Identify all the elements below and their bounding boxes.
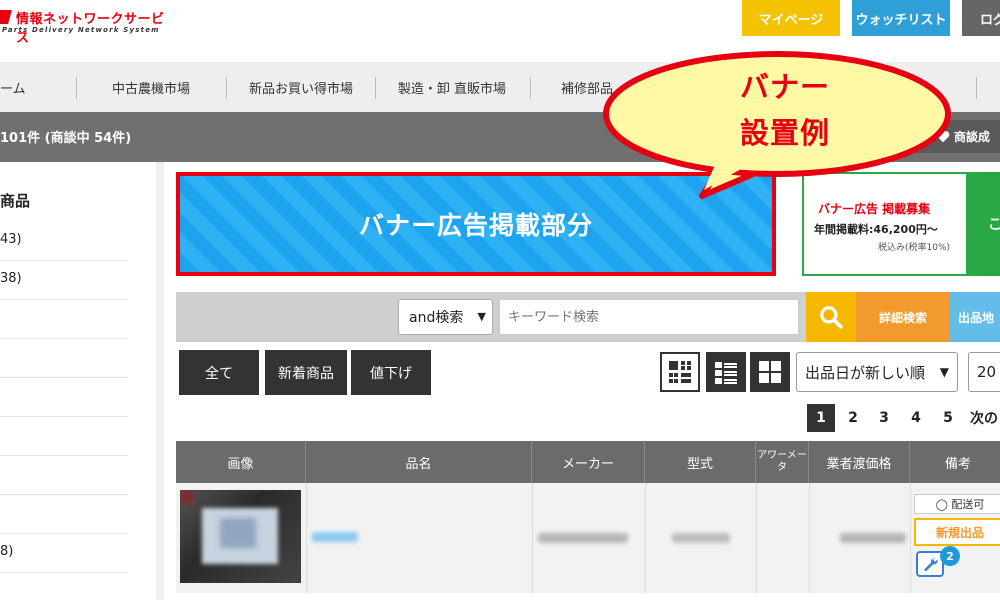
chevron-down-icon: ▼ [477,310,486,323]
view-list-button[interactable] [706,352,746,392]
col-header-price: 業者渡価格 [809,441,910,483]
notification-count-badge: 2 [940,546,960,566]
nav-separator [530,77,531,99]
product-name-link[interactable] [312,532,358,542]
ad-tax-note: 税込み(税率10%) [878,243,951,253]
view-grid-large-button[interactable] [750,352,790,392]
cell-divider [910,483,911,593]
callout-line-2: 設置例 [739,116,830,150]
ad-cta[interactable]: こ [966,174,1000,274]
nav-separator [375,77,376,99]
cell-divider [756,483,757,593]
cell-divider [809,483,810,593]
price-cell [840,533,906,543]
cell-divider [532,483,533,593]
grid-large-icon [759,361,781,383]
detail-search-button[interactable]: 詳細検索 [856,292,950,342]
sidebar-item-label: 38) [0,271,22,286]
sidebar-item[interactable] [0,417,128,456]
product-thumbnail[interactable] [180,490,301,583]
search-mode-select[interactable]: and検索 ▼ [398,299,493,335]
nav-item-direct-sales[interactable]: 製造・卸 直販市場 [382,62,522,112]
sidebar-item-label: 8) [0,544,14,559]
results-table-header: 画像 品名 メーカー 型式 アワーメータ 業者渡価格 備考 [176,441,1000,483]
nav-item-new-bargain[interactable]: 新品お買い得市場 [234,62,368,112]
sidebar-item[interactable]: 38) [0,261,128,300]
banner-ad-text: バナー広告掲載部分 [358,211,593,240]
page-5[interactable]: 5 [934,404,962,432]
mypage-button[interactable]: マイページ [742,0,840,36]
col-header-name: 品名 [306,441,532,483]
new-listing-tag: 新規出品 [914,518,1000,546]
site-logo[interactable]: 情報ネットワークサービス Parts Delivery Network Syst… [0,8,170,46]
page-2[interactable]: 2 [839,404,867,432]
next-page-link[interactable]: 次の [970,404,1000,432]
filter-all-button[interactable]: 全て [179,350,259,395]
sidebar-heading: 商品 [0,192,31,210]
per-page-value: 20 [977,363,997,381]
sidebar-item-label: 43) [0,232,22,247]
sidebar-item[interactable] [0,300,128,339]
ad-title: バナー広告 掲載募集 [818,202,931,216]
logo-mark-icon [0,10,12,24]
keyword-search-input[interactable] [499,299,799,335]
cell-divider [645,483,646,593]
col-header-hour-meter: アワーメータ [756,441,809,483]
page-4[interactable]: 4 [902,404,930,432]
chevron-down-icon: ▼ [939,365,949,379]
sort-value: 出品日が新しい順 [805,363,926,382]
sidebar-item[interactable]: 43) [0,222,128,261]
cell-divider [306,483,307,593]
sidebar-item[interactable] [0,456,128,495]
sidebar-divider [156,162,164,600]
sidebar-item[interactable] [0,378,128,417]
delivery-available-badge: ◯ 配送可 [914,494,1000,514]
view-grid-small-button[interactable] [660,352,700,392]
col-header-image: 画像 [176,441,306,483]
login-button[interactable]: ログ [962,0,1000,36]
col-header-notes: 備考 [944,456,971,472]
filter-price-down-button[interactable]: 値下げ [351,350,431,395]
grid-small-icon [669,361,691,383]
col-header-model: 型式 [645,441,756,483]
nav-separator [226,77,227,99]
thumbnail-object-detail [220,518,256,548]
ad-fee: 年間掲載料:46,200円〜 [814,223,938,236]
deal-done-label: 商談成 [954,130,991,144]
sidebar-item[interactable] [0,339,128,378]
nav-item-home[interactable]: ーム [0,62,40,112]
page-1[interactable]: 1 [807,404,835,432]
page-3[interactable]: 3 [870,404,898,432]
wrench-icon [924,557,938,572]
logo-subtitle: Parts Delivery Network System [2,26,160,34]
list-icon [715,362,737,384]
sort-select[interactable]: 出品日が新しい順 ▼ [796,352,958,392]
thumbnail-corner [180,490,194,504]
search-button[interactable] [806,292,856,342]
result-count: 101件 (商談中 54件) [0,131,132,146]
nav-separator [76,77,77,99]
watchlist-button[interactable]: ウォッチリスト [852,0,950,36]
maker-cell [538,533,628,543]
sidebar-item[interactable]: 8) [0,534,128,573]
col-header-maker: メーカー [532,441,645,483]
search-mode-value: and検索 [409,310,464,326]
location-search-button[interactable]: 出品地 [950,292,1000,342]
nav-item-used-machinery[interactable]: 中古農機市場 [86,62,216,112]
callout-line-1: バナー [739,70,830,104]
per-page-select[interactable]: 20 [968,352,1000,392]
search-icon [820,306,843,329]
model-cell [672,533,730,543]
nav-separator [976,77,977,99]
sidebar-item[interactable] [0,495,128,534]
filter-new-button[interactable]: 新着商品 [265,350,347,395]
